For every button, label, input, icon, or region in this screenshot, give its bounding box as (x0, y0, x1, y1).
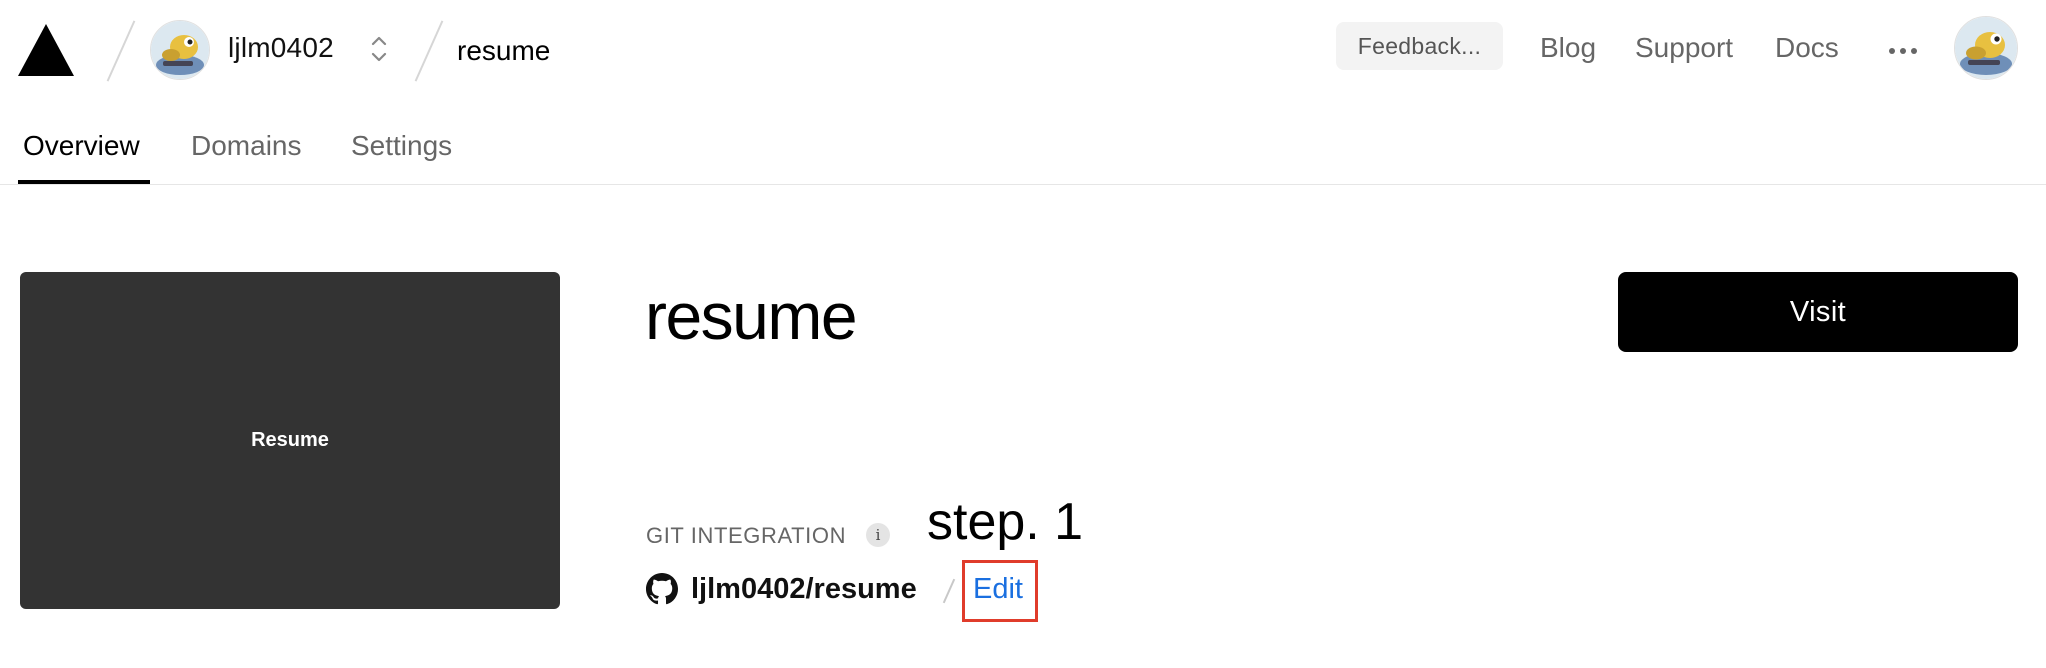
breadcrumb-separator (414, 20, 444, 82)
breadcrumb-separator (106, 20, 136, 82)
repo-link[interactable]: ljlm0402/resume (691, 573, 917, 606)
user-avatar[interactable] (1954, 16, 2018, 80)
team-name[interactable]: ljlm0402 (228, 32, 334, 64)
nav-link-docs[interactable]: Docs (1775, 32, 1839, 64)
tab-overview[interactable]: Overview (23, 130, 140, 162)
tab-settings[interactable]: Settings (351, 130, 452, 162)
edit-git-link[interactable]: Edit (973, 573, 1023, 606)
info-icon[interactable]: i (866, 523, 890, 547)
repo-separator (942, 578, 956, 604)
chevron-up-down-icon[interactable] (368, 32, 390, 66)
team-avatar[interactable] (150, 20, 210, 80)
breadcrumb-project-name[interactable]: resume (457, 35, 550, 67)
git-integration-label: GIT INTEGRATION (646, 523, 847, 548)
project-title: resume (645, 279, 858, 353)
ellipsis-icon[interactable] (1888, 46, 1918, 56)
tab-divider (0, 184, 2046, 185)
nav-link-support[interactable]: Support (1635, 32, 1733, 64)
tab-domains[interactable]: Domains (191, 130, 301, 162)
preview-text: Resume (251, 429, 329, 451)
github-icon (646, 573, 678, 605)
triangle-logo-icon[interactable] (18, 24, 74, 76)
nav-link-blog[interactable]: Blog (1540, 32, 1596, 64)
visit-button[interactable]: Visit (1618, 272, 2018, 352)
deployment-preview[interactable]: Resume (20, 272, 560, 609)
feedback-button[interactable]: Feedback... (1336, 22, 1503, 70)
step-annotation: step. 1 (927, 493, 1084, 551)
